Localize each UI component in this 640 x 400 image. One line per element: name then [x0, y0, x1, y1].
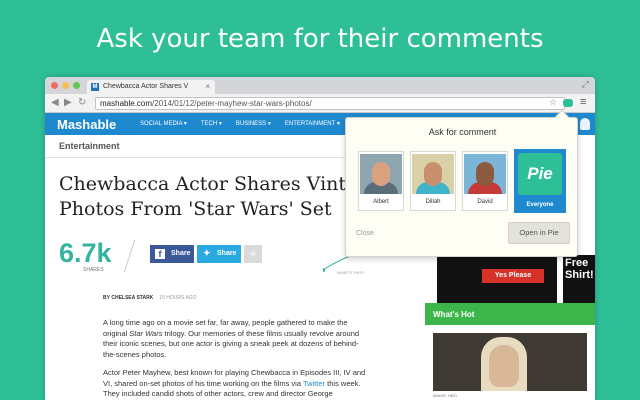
- bookmark-star-icon[interactable]: ☆: [549, 97, 557, 108]
- close-window-button[interactable]: [51, 82, 58, 89]
- everyone-label: Everyone: [526, 202, 554, 208]
- nav-item-social-media[interactable]: SOCIAL MEDIA ▾: [140, 120, 187, 127]
- close-button[interactable]: Close: [356, 230, 374, 237]
- minimize-window-button[interactable]: [62, 82, 69, 89]
- menu-icon[interactable]: ≡: [580, 96, 586, 108]
- user-icon[interactable]: [580, 118, 590, 130]
- site-nav-items: SOCIAL MEDIA ▾ TECH ▾ BUSINESS ▾ ENTERTA…: [140, 120, 340, 127]
- pie-extension-icon[interactable]: [563, 99, 573, 107]
- person-name: Dillah: [425, 199, 441, 205]
- article-category[interactable]: Entertainment: [59, 141, 120, 151]
- paragraph-1-emphasis: Star Wars: [129, 328, 163, 338]
- byline: BY CHELSEA STARK 15 HOURS AGO: [103, 295, 197, 301]
- reload-icon[interactable]: ↻: [78, 97, 86, 108]
- twitter-link[interactable]: Twitter: [303, 379, 325, 388]
- tab-title: Chewbacca Actor Shares V: [103, 83, 189, 90]
- byline-prefix: BY: [103, 295, 110, 301]
- ad-headline: Free Shirt!: [563, 255, 595, 305]
- facebook-icon: f: [155, 249, 165, 259]
- author-name[interactable]: CHELSEA STARK: [111, 295, 153, 301]
- window-controls: [51, 82, 80, 89]
- browser-toolbar: ◀ ▶ ↻ mashable.com/2014/01/12/peter-mayh…: [45, 94, 595, 113]
- person-david[interactable]: David: [462, 151, 508, 211]
- avatar: [412, 154, 454, 194]
- browser-tab[interactable]: M Chewbacca Actor Shares V ×: [87, 80, 215, 94]
- timestamp: 15 HOURS AGO: [159, 295, 197, 301]
- article-body: A long time ago on a movie set far, far …: [103, 318, 368, 400]
- url-domain: mashable.com: [100, 99, 153, 108]
- popup-title: Ask for comment: [428, 127, 497, 137]
- forward-arrow-icon[interactable]: ▶: [64, 97, 72, 108]
- more-share-button[interactable]: +: [244, 245, 262, 263]
- divider-slash: [123, 239, 136, 273]
- avatar: [464, 154, 506, 194]
- site-logo[interactable]: Mashable: [57, 117, 116, 132]
- open-in-pie-button[interactable]: Open in Pie: [508, 222, 570, 244]
- url-path: /2014/01/12/peter-mayhew-star-wars-photo…: [152, 99, 312, 108]
- avatar-face: [372, 162, 390, 186]
- avatar-face: [476, 162, 494, 186]
- share-count: 6.7k: [59, 238, 112, 268]
- twitter-share-label: Share: [217, 250, 237, 257]
- tab-close-icon[interactable]: ×: [205, 82, 210, 91]
- facebook-share-button[interactable]: f Share: [150, 245, 194, 263]
- facebook-share-label: Share: [171, 250, 191, 257]
- share-count-label: SHARES: [83, 267, 104, 273]
- people-list: Albert Dillah David Pie Everyone: [358, 149, 566, 213]
- avatar-face: [424, 162, 442, 186]
- image-caption: IMAGE: HBO: [433, 393, 457, 398]
- fullscreen-icon[interactable]: ⤢: [582, 79, 589, 90]
- ask-for-comment-popup: Ask for comment Albert Dillah David Pie: [345, 109, 578, 257]
- whats-hot-image[interactable]: [433, 333, 587, 391]
- mashable-favicon-icon: M: [91, 83, 99, 91]
- paragraph-2: Actor Peter Mayhew, best known for playi…: [103, 368, 368, 400]
- tab-bar: M Chewbacca Actor Shares V × ⤢: [45, 77, 595, 94]
- nav-item-business[interactable]: BUSINESS ▾: [236, 120, 271, 127]
- address-bar[interactable]: mashable.com/2014/01/12/peter-mayhew-sta…: [95, 97, 565, 110]
- twitter-bird-icon: ✦: [203, 248, 211, 258]
- yes-please-button[interactable]: Yes Please: [482, 269, 544, 283]
- twitter-share-button[interactable]: ✦ Share: [197, 245, 241, 263]
- person-albert[interactable]: Albert: [358, 151, 404, 211]
- person-dillah[interactable]: Dillah: [410, 151, 456, 211]
- face-shape: [489, 345, 519, 387]
- zoom-window-button[interactable]: [73, 82, 80, 89]
- person-name: David: [477, 199, 493, 205]
- pie-logo-icon: Pie: [518, 153, 562, 195]
- whats-this-link[interactable]: WHAT'S THIS?: [337, 270, 364, 275]
- paragraph-1: A long time ago on a movie set far, far …: [103, 318, 368, 360]
- everyone-option[interactable]: Pie Everyone: [514, 149, 566, 213]
- nav-item-tech[interactable]: TECH ▾: [201, 120, 222, 127]
- back-arrow-icon[interactable]: ◀: [51, 97, 59, 108]
- nav-item-entertainment[interactable]: ENTERTAINMENT ▾: [285, 120, 340, 127]
- avatar: [360, 154, 402, 194]
- person-name: Albert: [373, 199, 389, 205]
- whats-hot-header: What's Hot: [425, 303, 595, 325]
- headline: Ask your team for their comments: [96, 24, 544, 54]
